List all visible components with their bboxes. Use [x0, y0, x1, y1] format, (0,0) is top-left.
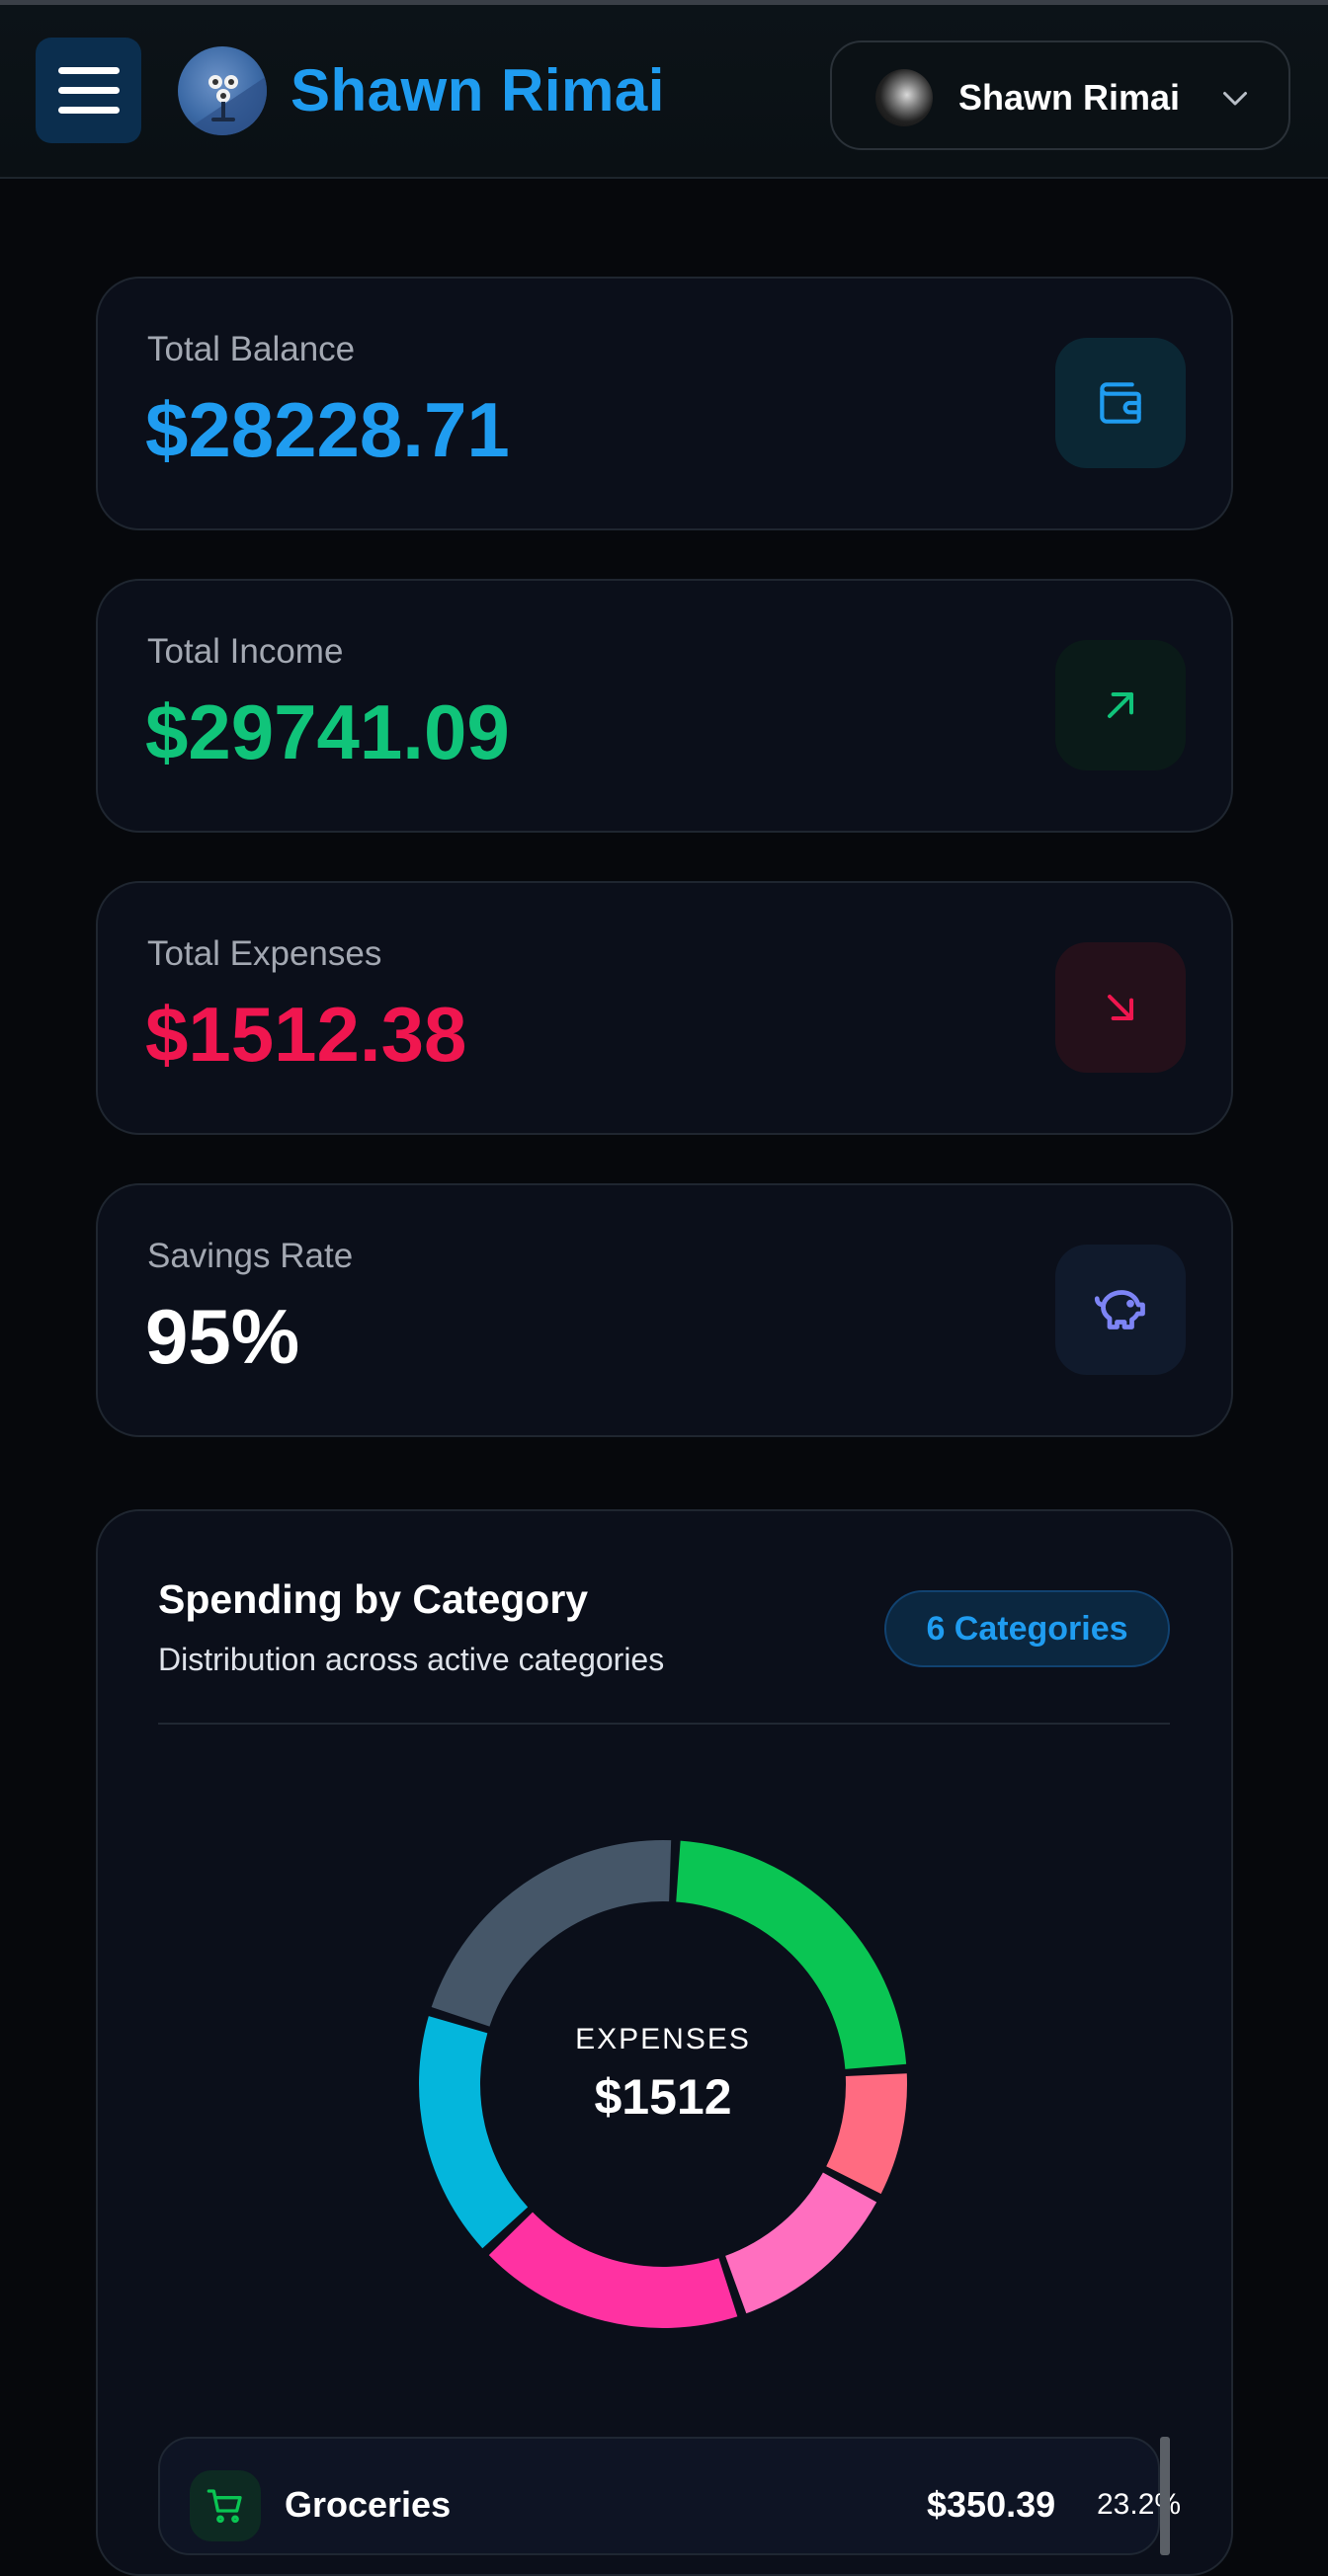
spending-by-category-card: Spending by Category Distribution across… — [96, 1509, 1233, 2576]
arrow-up-right-icon — [1055, 640, 1186, 770]
brand-logo[interactable] — [178, 46, 267, 135]
hamburger-icon — [57, 87, 120, 94]
stat-value: $1512.38 — [145, 991, 467, 1078]
shopping-cart-icon — [190, 2470, 261, 2541]
user-menu-button[interactable]: Shawn Rimai — [830, 40, 1290, 150]
total-balance-card: Total Balance $28228.71 — [96, 277, 1233, 530]
total-income-card: Total Income $29741.09 — [96, 579, 1233, 833]
app-header: Shawn Rimai Shawn Rimai — [0, 5, 1328, 179]
avatar — [875, 69, 933, 126]
piggy-bank-icon — [1055, 1245, 1186, 1375]
stat-value: 95% — [145, 1293, 300, 1380]
donut-slice-5[interactable] — [431, 1840, 672, 2027]
stat-label: Savings Rate — [147, 1237, 354, 1275]
arrow-down-right-icon — [1055, 942, 1186, 1073]
donut-slice-2[interactable] — [725, 2172, 877, 2314]
category-row-groceries[interactable]: Groceries $350.39 23.2% — [158, 2437, 1181, 2555]
wallet-icon — [1055, 338, 1186, 468]
scrollbar[interactable] — [1160, 2437, 1170, 2555]
chart-title: Spending by Category — [158, 1576, 589, 1622]
donut-center-value: $1512 — [594, 2069, 732, 2125]
category-name: Groceries — [285, 2484, 452, 2525]
stat-label: Total Balance — [147, 330, 356, 368]
donut-center-label: EXPENSES — [575, 2023, 751, 2055]
brand-title: Shawn Rimai — [290, 57, 665, 123]
donut-slice-3[interactable] — [488, 2212, 738, 2328]
user-name: Shawn Rimai — [958, 77, 1181, 118]
hamburger-icon — [57, 107, 120, 114]
chart-subtitle: Distribution across active categories — [158, 1642, 665, 1677]
stat-label: Total Expenses — [147, 934, 382, 973]
divider — [158, 1723, 1170, 1725]
chevron-down-icon — [1223, 92, 1247, 106]
stat-value: $28228.71 — [145, 386, 510, 473]
category-amount: $350.39 — [927, 2484, 1056, 2525]
menu-button[interactable] — [36, 38, 141, 143]
savings-rate-card: Savings Rate 95% — [96, 1183, 1233, 1437]
categories-count-badge: 6 Categories — [884, 1590, 1170, 1667]
total-expenses-card: Total Expenses $1512.38 — [96, 881, 1233, 1135]
stat-label: Total Income — [147, 632, 344, 671]
stat-value: $29741.09 — [145, 688, 510, 775]
hamburger-icon — [57, 67, 120, 74]
